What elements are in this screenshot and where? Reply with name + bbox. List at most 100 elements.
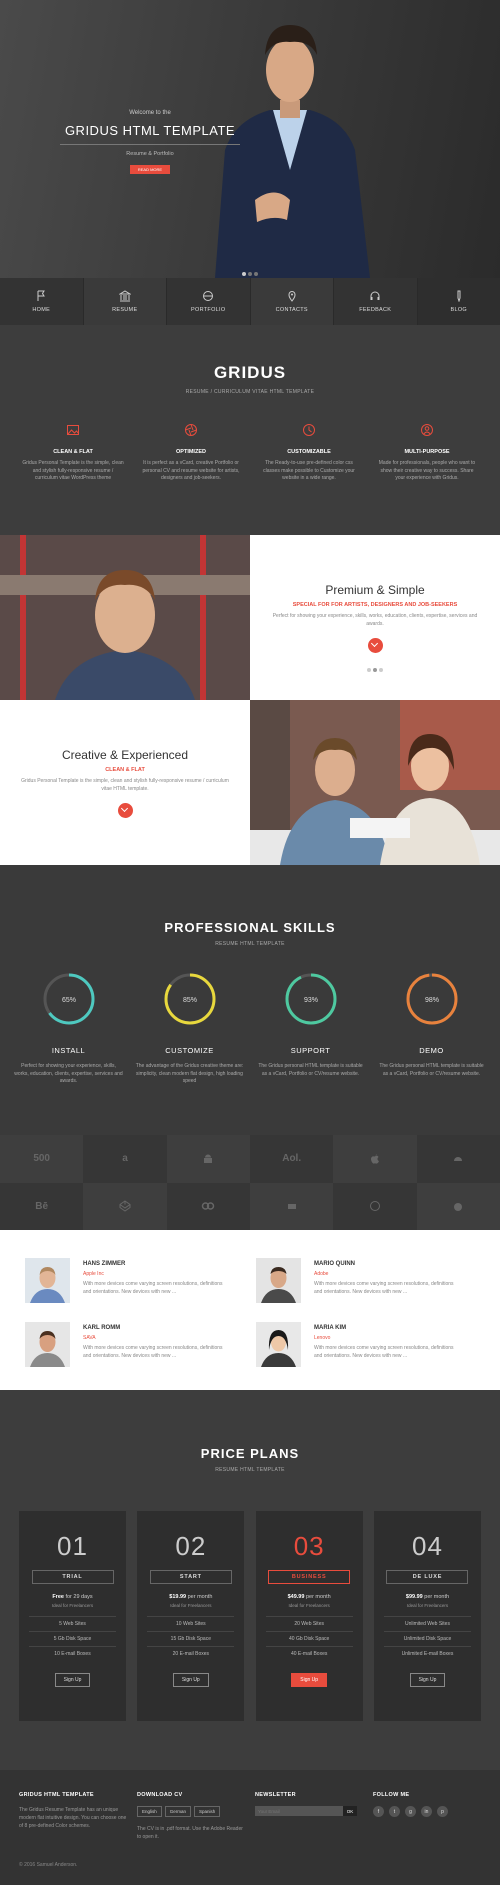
- sign-up-button[interactable]: Sign Up: [172, 1673, 209, 1687]
- nav-label: BLOG: [450, 307, 467, 313]
- sign-up-button[interactable]: Sign Up: [291, 1673, 328, 1687]
- read-more-button[interactable]: READ MORE: [129, 165, 171, 174]
- footer: GRIDUS HTML TEMPLATE The Gridus Resume T…: [0, 1770, 500, 1885]
- skill-gauge: 93%: [285, 973, 336, 1025]
- feature-title: OPTIMIZED: [176, 449, 206, 455]
- team-member: MARIO QUINN Adobe With more devices come…: [256, 1258, 456, 1308]
- nav-item-contacts[interactable]: CONTACTS: [250, 278, 334, 325]
- plan-price-period: per month: [422, 1594, 450, 1600]
- skill-percent: 85%: [182, 997, 196, 1004]
- about-blocks: Premium & Simple SPECIAL FOR FOR ARTISTS…: [0, 535, 500, 865]
- nav-item-home[interactable]: HOME: [0, 278, 84, 325]
- plan-start: 02 START $19.99 per month Ideal for Free…: [137, 1511, 245, 1721]
- skill-desc: The Gridus personal HTML template is sui…: [258, 1063, 363, 1077]
- slider-dot[interactable]: [254, 272, 258, 276]
- block-subtitle: SPECIAL FOR FOR ARTISTS, DESIGNERS AND J…: [292, 602, 458, 608]
- creative-commons-icon: [166, 1182, 250, 1230]
- nav-label: RESUME: [112, 307, 138, 313]
- pinterest-icon[interactable]: p: [437, 1806, 448, 1817]
- slider-dot[interactable]: [379, 668, 383, 672]
- sign-up-button[interactable]: Sign Up: [409, 1673, 446, 1687]
- google-plus-icon[interactable]: g: [405, 1806, 416, 1817]
- download-english-button[interactable]: English: [137, 1806, 162, 1817]
- feature-multi-purpose: MULTI-PURPOSE Made for professionals, pe…: [375, 423, 479, 483]
- newsletter-submit-button[interactable]: OK: [343, 1806, 357, 1816]
- slider-dot[interactable]: [248, 272, 252, 276]
- feature-customizable: CUSTOMIZABLE The Ready-to-use pre-define…: [257, 423, 361, 483]
- plan-feature: Unlimited Disk Space: [383, 1631, 471, 1646]
- footer-follow: FOLLOW ME f t g in p: [373, 1792, 483, 1817]
- apple-icon: [333, 1135, 417, 1183]
- footer-heading: GRIDUS HTML TEMPLATE: [19, 1792, 94, 1798]
- nav-item-blog[interactable]: BLOG: [417, 278, 500, 325]
- hero-slider: Welcome to the GRIDUS HTML TEMPLATE Resu…: [0, 0, 500, 278]
- plan-note: Ideal for Freelancers: [170, 1603, 212, 1608]
- plan-price: Free for 29 days: [19, 1594, 126, 1600]
- plan-name: TRIAL: [31, 1570, 114, 1584]
- slider-dot[interactable]: [242, 272, 246, 276]
- plan-price: $99.99 per month: [374, 1594, 481, 1600]
- member-quote: With more devices come varying screen re…: [83, 1281, 223, 1295]
- facebook-icon[interactable]: f: [373, 1806, 384, 1817]
- block-title: Creative & Experienced: [61, 748, 189, 762]
- team-member: HANS ZIMMER Apple Inc With more devices …: [25, 1258, 225, 1308]
- plan-name: BUSINESS: [268, 1570, 351, 1584]
- download-german-button[interactable]: German: [164, 1806, 192, 1817]
- nav-item-resume[interactable]: RESUME: [83, 278, 167, 325]
- skill-title: INSTALL: [51, 1046, 86, 1055]
- member-company: Adobe: [314, 1271, 329, 1277]
- plan-price-amount: Free: [52, 1594, 64, 1600]
- linkedin-icon[interactable]: in: [421, 1806, 432, 1817]
- plan-feature: 10 Web Sites: [147, 1616, 235, 1631]
- feature-desc: Gridus Personal Template is the simple, …: [22, 460, 124, 481]
- bank-icon: [118, 290, 131, 302]
- slider-dot[interactable]: [367, 668, 371, 672]
- member-quote: With more devices come varying screen re…: [83, 1345, 223, 1359]
- slider-dot[interactable]: [373, 668, 377, 672]
- plan-note: Ideal for Freelancers: [51, 1603, 94, 1608]
- feature-clean-flat: CLEAN & FLAT Gridus Personal Template is…: [21, 423, 125, 483]
- plan-business: 03 BUSINESS $49.99 per month Ideal for F…: [255, 1511, 363, 1721]
- plan-feature: 20 E-mail Boxes: [147, 1646, 235, 1661]
- feature-optimized: OPTIMIZED It is perfect as a vCard, crea…: [139, 423, 243, 483]
- skill-desc: Perfect for showing your experience, ski…: [14, 1063, 123, 1084]
- plan-number: 03: [293, 1531, 325, 1561]
- plan-feature: 20 Web Sites: [265, 1616, 353, 1631]
- download-spanish-button[interactable]: Spanish: [194, 1806, 221, 1817]
- footer-heading: FOLLOW ME: [373, 1792, 410, 1798]
- skill-support: 93% SUPPORT The Gridus personal HTML tem…: [252, 971, 370, 1086]
- scroll-down-button[interactable]: [367, 638, 383, 653]
- intro-title: GRIDUS: [213, 363, 287, 382]
- skill-desc: The advantage of the Gridus creative the…: [135, 1063, 244, 1084]
- plan-de-luxe: 04 DE LUXE $99.99 per month Ideal for Fr…: [373, 1511, 481, 1721]
- plan-feature: 40 E-mail Boxes: [265, 1646, 353, 1661]
- nav-label: PORTFOLIO: [191, 307, 226, 313]
- footer-heading: NEWSLETTER: [255, 1792, 296, 1798]
- plan-number: 01: [57, 1531, 88, 1561]
- testimonials-section: HANS ZIMMER Apple Inc With more devices …: [0, 1230, 500, 1390]
- newsletter-email-input[interactable]: [255, 1806, 343, 1816]
- plan-number: 04: [412, 1531, 443, 1561]
- feature-desc: The Ready-to-use pre-defined color css c…: [263, 460, 355, 481]
- nav-item-portfolio[interactable]: PORTFOLIO: [167, 278, 251, 325]
- nav-item-feedback[interactable]: FEEDBACK: [334, 278, 418, 325]
- plan-price-amount: $19.99: [169, 1594, 187, 1600]
- member-name: KARL ROMM: [83, 1325, 121, 1331]
- plan-feature: Unlimited E-mail Boxes: [383, 1646, 471, 1661]
- scroll-down-button[interactable]: [117, 803, 133, 818]
- team-working-photo: [250, 700, 500, 865]
- feature-desc: Made for professionals, people who want …: [378, 460, 476, 481]
- sign-up-button[interactable]: Sign Up: [54, 1673, 91, 1687]
- twitter-icon[interactable]: t: [389, 1806, 400, 1817]
- plan-price-amount: $99.99: [405, 1594, 423, 1600]
- plan-feature: 5 Web Sites: [29, 1616, 116, 1631]
- skill-percent: 65%: [61, 997, 75, 1004]
- nav-label: CONTACTS: [275, 307, 308, 313]
- office-man-photo: [0, 535, 250, 700]
- footer-about: GRIDUS HTML TEMPLATE The Gridus Resume T…: [19, 1792, 129, 1830]
- avatar: [256, 1258, 301, 1303]
- android-icon: [166, 1135, 250, 1183]
- user-icon: [421, 424, 433, 436]
- plan-number: 02: [175, 1531, 207, 1561]
- feature-desc: It is perfect as a vCard, creative Portf…: [142, 460, 240, 481]
